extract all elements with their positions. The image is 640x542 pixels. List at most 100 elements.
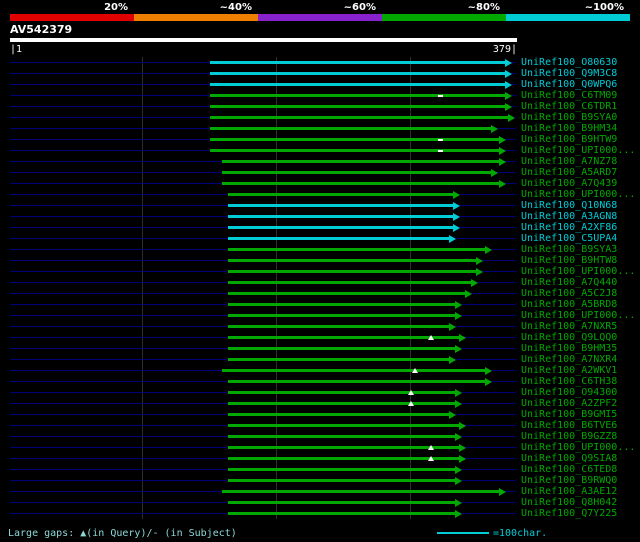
- hit-label[interactable]: UniRef100_Q9SIA8: [521, 453, 617, 464]
- alignment-row: UniRef100_Q9LQQ0: [0, 332, 640, 343]
- alignment-bar[interactable]: [227, 435, 457, 438]
- alignment-bar[interactable]: [227, 413, 452, 416]
- alignment-bar[interactable]: [227, 358, 452, 361]
- hit-label[interactable]: UniRef100_O94300: [521, 387, 617, 398]
- hit-label[interactable]: UniRef100_B9RWQ0: [521, 475, 617, 486]
- hit-label[interactable]: UniRef100_C5UPA4: [521, 233, 617, 244]
- hit-label[interactable]: UniRef100_A5ARD7: [521, 167, 617, 178]
- alignment-bar[interactable]: [227, 292, 468, 295]
- alignment-bar[interactable]: [227, 325, 452, 328]
- hit-label[interactable]: UniRef100_A7NZ78: [521, 156, 617, 167]
- alignment-bar[interactable]: [227, 237, 452, 240]
- hit-label[interactable]: UniRef100_B9HTW8: [521, 255, 617, 266]
- alignment-bar[interactable]: [227, 479, 457, 482]
- alignment-bar[interactable]: [227, 226, 456, 229]
- hit-label[interactable]: UniRef100_C6TM09: [521, 90, 617, 101]
- alignment-bar[interactable]: [227, 380, 488, 383]
- alignment-bar[interactable]: [227, 512, 457, 515]
- hit-label[interactable]: UniRef100_Q9M3C8: [521, 68, 617, 79]
- hit-label[interactable]: UniRef100_B9GMI5: [521, 409, 617, 420]
- alignment-bar[interactable]: [227, 270, 478, 273]
- alignment-bar[interactable]: [227, 347, 457, 350]
- alignment-bar[interactable]: [227, 424, 461, 427]
- alignment-bar[interactable]: [210, 149, 501, 152]
- hit-label[interactable]: UniRef100_UPI000...: [521, 145, 635, 156]
- alignment-bar[interactable]: [222, 369, 488, 372]
- hit-label[interactable]: UniRef100_A7Q440: [521, 277, 617, 288]
- hit-label[interactable]: UniRef100_Q9LQQ0: [521, 332, 617, 343]
- scale-segment-color: [134, 14, 258, 21]
- hit-label[interactable]: UniRef100_UPI000...: [521, 442, 635, 453]
- hit-label[interactable]: UniRef100_C6TDR1: [521, 101, 617, 112]
- alignment-bar[interactable]: [210, 61, 508, 64]
- hit-label[interactable]: UniRef100_B9SYA3: [521, 244, 617, 255]
- alignment-row: UniRef100_O94300: [0, 387, 640, 398]
- alignment-arrowhead-icon: [454, 311, 462, 320]
- hit-label[interactable]: UniRef100_UPI000...: [521, 189, 635, 200]
- hit-label[interactable]: UniRef100_O80630: [521, 57, 617, 68]
- query-gap-marker-icon: [411, 368, 418, 373]
- hit-label[interactable]: UniRef100_Q7Y225: [521, 508, 617, 519]
- hit-label[interactable]: UniRef100_B6TVE6: [521, 420, 617, 431]
- query-gap-marker-icon: [407, 390, 414, 395]
- alignment-bar[interactable]: [227, 446, 461, 449]
- alignment-bar[interactable]: [227, 457, 461, 460]
- alignment-bar[interactable]: [227, 259, 478, 262]
- alignment-row: UniRef100_A7NXR5: [0, 321, 640, 332]
- hit-label[interactable]: UniRef100_UPI000...: [521, 266, 635, 277]
- alignment-row: UniRef100_A2ZPF2: [0, 398, 640, 409]
- hit-label[interactable]: UniRef100_Q10N68: [521, 200, 617, 211]
- hit-label[interactable]: UniRef100_A3AGN8: [521, 211, 617, 222]
- alignment-bar[interactable]: [222, 171, 493, 174]
- hit-label[interactable]: UniRef100_Q0WPQ6: [521, 79, 617, 90]
- alignment-row: UniRef100_B9RWQ0: [0, 475, 640, 486]
- alignment-bar[interactable]: [210, 105, 508, 108]
- hit-label[interactable]: UniRef100_Q8H042: [521, 497, 617, 508]
- alignment-bar[interactable]: [210, 127, 493, 130]
- alignment-row: UniRef100_UPI000...: [0, 189, 640, 200]
- alignment-bar[interactable]: [222, 182, 501, 185]
- alignment-bar[interactable]: [210, 116, 510, 119]
- hit-label[interactable]: UniRef100_C6TH38: [521, 376, 617, 387]
- hit-label[interactable]: UniRef100_C6TED8: [521, 464, 617, 475]
- alignment-bar[interactable]: [227, 303, 457, 306]
- alignment-bar[interactable]: [227, 281, 473, 284]
- alignment-bar[interactable]: [210, 94, 508, 97]
- alignment-bar[interactable]: [227, 204, 456, 207]
- alignment-bar[interactable]: [227, 314, 457, 317]
- hit-label[interactable]: UniRef100_A7Q439: [521, 178, 617, 189]
- alignment-bar[interactable]: [210, 138, 501, 141]
- hit-label[interactable]: UniRef100_A3AE12: [521, 486, 617, 497]
- hit-label[interactable]: UniRef100_B9GZZ8: [521, 431, 617, 442]
- alignment-bar[interactable]: [227, 248, 488, 251]
- hit-label[interactable]: UniRef100_B9HTW9: [521, 134, 617, 145]
- alignment-bar[interactable]: [222, 490, 501, 493]
- alignment-arrowhead-icon: [454, 300, 462, 309]
- hit-label[interactable]: UniRef100_A7NXR5: [521, 321, 617, 332]
- alignment-arrowhead-icon: [453, 190, 461, 199]
- alignment-bar[interactable]: [227, 193, 456, 196]
- alignment-arrowhead-icon: [485, 377, 493, 386]
- hit-label[interactable]: UniRef100_A5BRD8: [521, 299, 617, 310]
- alignment-bar[interactable]: [227, 402, 457, 405]
- alignment-bar[interactable]: [227, 468, 457, 471]
- hit-label[interactable]: UniRef100_A5C2J8: [521, 288, 617, 299]
- alignment-arrowhead-icon: [508, 113, 515, 122]
- hit-label[interactable]: UniRef100_A2WKV1: [521, 365, 617, 376]
- hit-label[interactable]: UniRef100_A7NXR4: [521, 354, 617, 365]
- alignment-bar[interactable]: [210, 72, 508, 75]
- hit-label[interactable]: UniRef100_A2XF86: [521, 222, 617, 233]
- alignment-bar[interactable]: [227, 391, 457, 394]
- hit-label[interactable]: UniRef100_B9HM35: [521, 343, 617, 354]
- scale-length-line: [437, 532, 489, 534]
- alignment-bar[interactable]: [227, 336, 461, 339]
- hit-label[interactable]: UniRef100_UPI000...: [521, 310, 635, 321]
- alignment-bar[interactable]: [210, 83, 508, 86]
- alignment-bar[interactable]: [227, 501, 457, 504]
- alignment-row: UniRef100_A7Q439: [0, 178, 640, 189]
- alignment-bar[interactable]: [227, 215, 456, 218]
- hit-label[interactable]: UniRef100_A2ZPF2: [521, 398, 617, 409]
- hit-label[interactable]: UniRef100_B9HM34: [521, 123, 617, 134]
- hit-label[interactable]: UniRef100_B9SYA0: [521, 112, 617, 123]
- alignment-bar[interactable]: [222, 160, 501, 163]
